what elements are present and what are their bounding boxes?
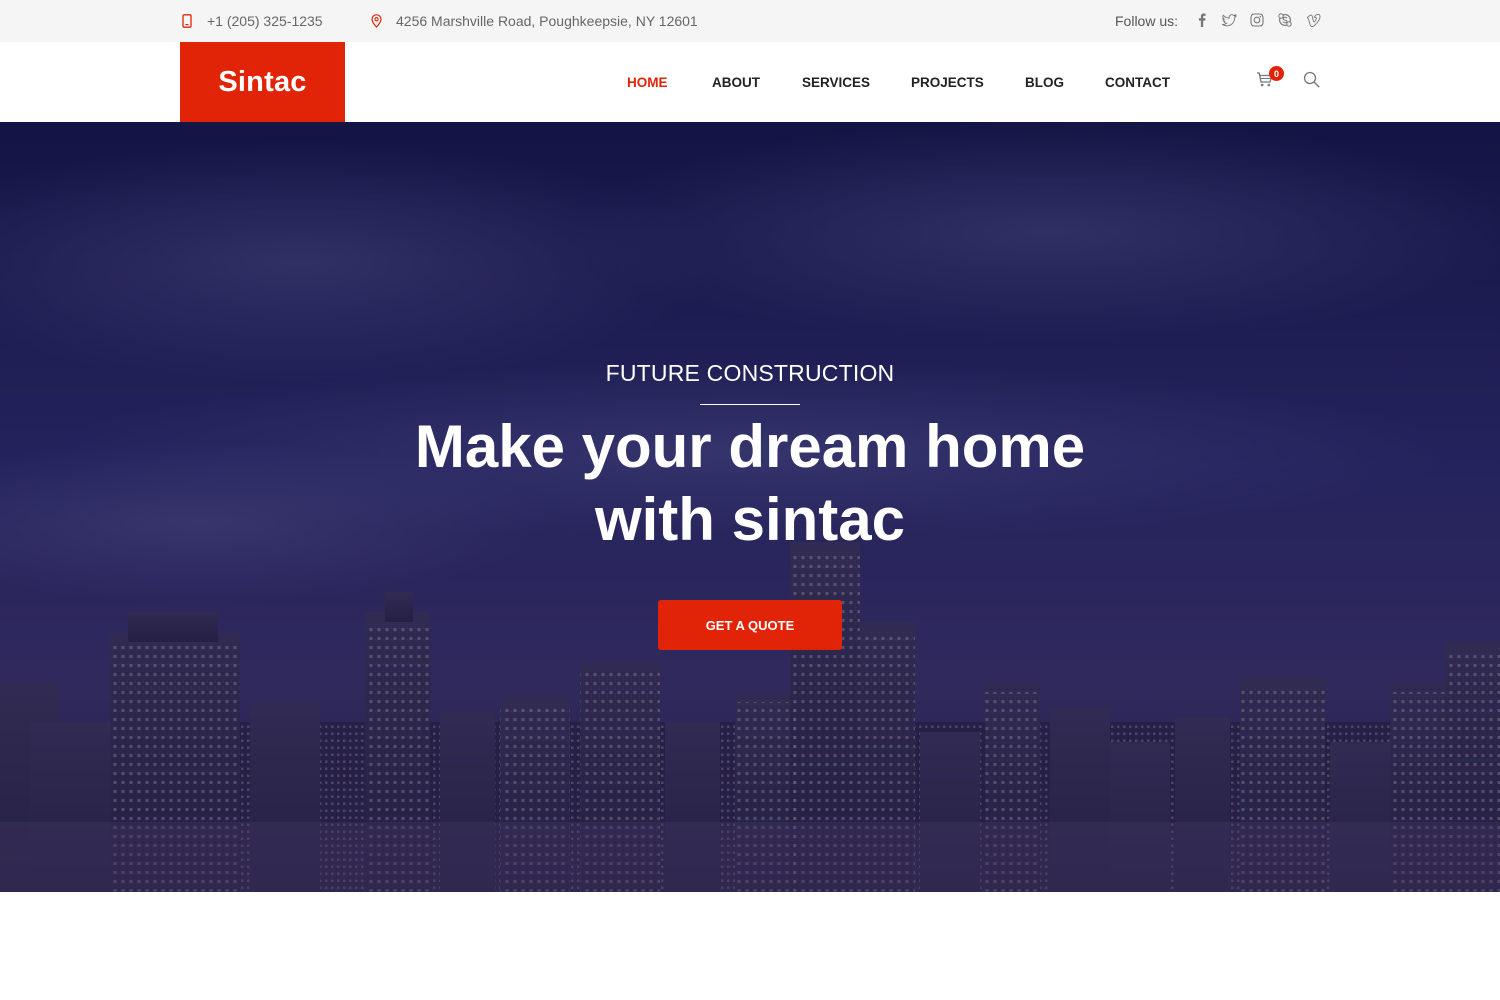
vimeo-icon[interactable] bbox=[1306, 12, 1322, 28]
phone-icon bbox=[180, 14, 194, 28]
site-logo[interactable]: Sintac bbox=[180, 42, 345, 122]
nav-home[interactable]: HOME bbox=[627, 42, 668, 122]
nav-contact[interactable]: CONTACT bbox=[1105, 42, 1170, 122]
skype-icon[interactable] bbox=[1277, 12, 1293, 28]
hero-title-line-2: with sintac bbox=[594, 486, 906, 553]
hero-subtitle: FUTURE CONSTRUCTION bbox=[605, 360, 895, 386]
facebook-icon[interactable] bbox=[1194, 12, 1210, 28]
address-text: 4256 Marshville Road, Poughkeepsie, NY 1… bbox=[396, 13, 698, 29]
main-header: Sintac HOME ABOUT SERVICES PROJECTS BLOG… bbox=[0, 42, 1500, 122]
instagram-icon[interactable] bbox=[1249, 12, 1265, 28]
hero-title: Make your dream home with sintac bbox=[350, 410, 1150, 556]
contact-address: 4256 Marshville Road, Poughkeepsie, NY 1… bbox=[369, 0, 698, 42]
follow-label: Follow us: bbox=[1115, 13, 1179, 29]
nav-about[interactable]: ABOUT bbox=[712, 42, 760, 122]
phone-number: +1 (205) 325-1235 bbox=[207, 13, 323, 29]
location-pin-icon bbox=[369, 14, 383, 28]
cart-count-badge: 0 bbox=[1269, 66, 1284, 81]
twitter-icon[interactable] bbox=[1221, 12, 1237, 28]
nav-projects[interactable]: PROJECTS bbox=[911, 42, 984, 122]
get-a-quote-button[interactable]: GET A QUOTE bbox=[658, 600, 842, 650]
nav-services[interactable]: SERVICES bbox=[802, 42, 870, 122]
hero-title-line-1: Make your dream home bbox=[414, 413, 1086, 480]
contact-phone[interactable]: +1 (205) 325-1235 bbox=[180, 0, 323, 42]
hero-section: FUTURE CONSTRUCTION Make your dream home… bbox=[0, 122, 1500, 892]
nav-blog[interactable]: BLOG bbox=[1025, 42, 1064, 122]
top-bar: +1 (205) 325-1235 4256 Marshville Road, … bbox=[0, 0, 1500, 42]
hero-divider bbox=[700, 404, 800, 405]
search-icon[interactable] bbox=[1303, 71, 1320, 88]
